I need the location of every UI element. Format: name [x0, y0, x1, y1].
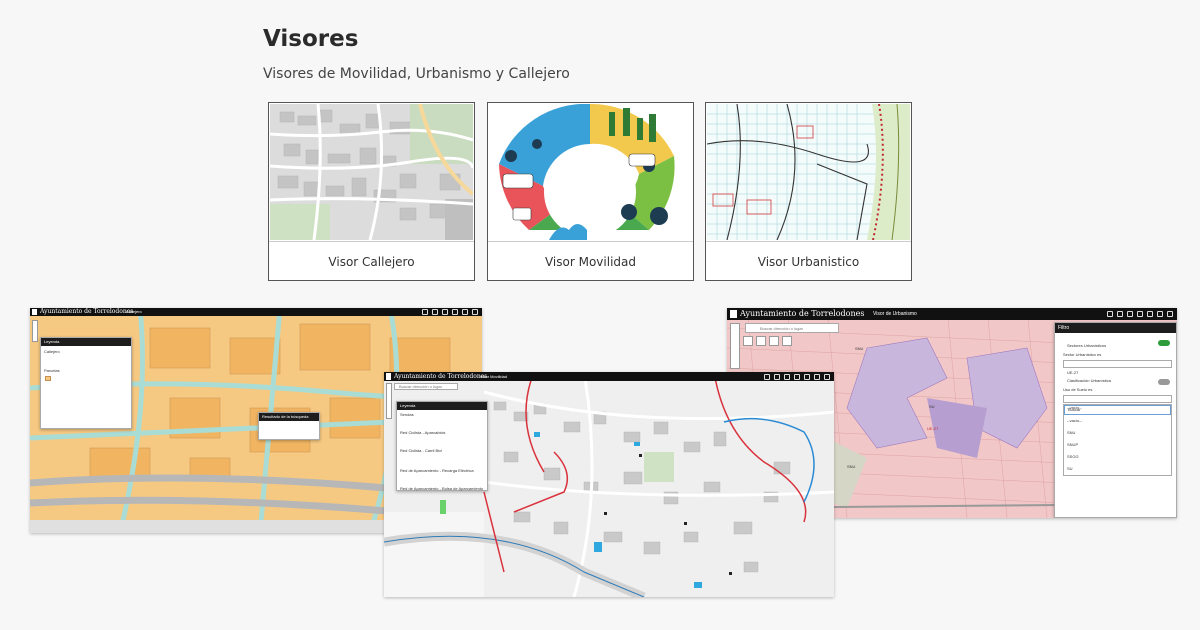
map-label: SU — [929, 404, 935, 409]
brand-name: Ayuntamiento de Torrelodones — [394, 373, 488, 380]
logo-icon — [730, 310, 737, 318]
logo-icon — [32, 309, 37, 315]
map-label: SNU — [855, 346, 864, 351]
sector-label: Sector Urbanístico es — [1063, 352, 1102, 357]
zoom-controls[interactable] — [386, 383, 392, 419]
viewer-title: Visor de Urbanismo — [873, 311, 917, 317]
viewer-title: Visor Movilidad — [480, 374, 508, 379]
card-label: Visor Movilidad — [488, 241, 693, 281]
zoom-controls[interactable] — [32, 320, 38, 342]
card-visor-urbanistico[interactable]: Visor Urbanistico — [705, 102, 912, 281]
legend-title: Leyenda — [397, 402, 487, 410]
card-visor-movilidad[interactable]: Visor Movilidad — [487, 102, 694, 281]
callejero-thumbnail — [270, 104, 473, 240]
tool-buttons[interactable] — [743, 336, 792, 346]
legend-item: Sendas — [400, 412, 414, 417]
legend-item: Red de Aparcamiento - Recarga Eléctrica — [400, 468, 474, 473]
suelo-label: Uso de Suelo es — [1063, 387, 1093, 392]
card-label: Visor Urbanistico — [706, 241, 911, 281]
legend-panel: Leyenda Callejero Parcelas — [40, 337, 132, 429]
zoom-controls[interactable] — [730, 323, 740, 369]
logo-icon — [386, 373, 391, 380]
suelo-options-list[interactable]: Buscar --vacío-- SNU SNUP SSGG SU — [1063, 404, 1172, 476]
classification-toggle[interactable] — [1158, 379, 1170, 385]
parcel-swatch — [45, 376, 51, 381]
toolbar-icons[interactable] — [1107, 311, 1173, 317]
option-item[interactable]: --vacío-- — [1064, 415, 1171, 427]
viewer-title: Callejero — [126, 309, 142, 314]
legend-item: Red Ciclista - Aparcabicis — [400, 430, 446, 435]
brand-name: Ayuntamiento de Torrelodones — [40, 308, 134, 315]
filter-title: Filtro — [1055, 323, 1176, 333]
page-title: Visores — [263, 26, 359, 52]
card-label: Visor Callejero — [269, 241, 474, 281]
movilidad-thumbnail — [489, 104, 692, 240]
legend-panel: Leyenda Sendas Red Ciclista - Aparcabici… — [396, 401, 488, 491]
option-item[interactable]: SU — [1064, 463, 1171, 475]
legend-parcelas: Parcelas — [44, 368, 60, 373]
toolbar-icons[interactable] — [764, 374, 830, 380]
card-visor-callejero[interactable]: Visor Callejero — [268, 102, 475, 281]
search-box[interactable]: Buscar dirección o lugar — [745, 323, 839, 333]
legend-title: Leyenda — [41, 338, 131, 346]
search-placeholder: Buscar dirección o lugar — [399, 384, 442, 389]
search-box[interactable]: Buscar dirección o lugar — [394, 383, 458, 390]
toolbar-icons[interactable] — [422, 309, 478, 315]
callejero-topbar: Ayuntamiento de Torrelodones Callejero — [30, 308, 482, 316]
sectors-toggle[interactable] — [1158, 340, 1170, 346]
movilidad-viewer-screenshot: Ayuntamiento de Torrelodones Visor Movil… — [384, 372, 834, 597]
filter-panel: Filtro Sectores Urbanísticos Sector Urba… — [1054, 322, 1177, 518]
page: Visores Visores de Movilidad, Urbanismo … — [0, 0, 1200, 630]
urbanismo-topbar: Ayuntamiento de Torrelodones Visor de Ur… — [727, 308, 1177, 320]
option-item[interactable]: SSGG — [1064, 451, 1171, 463]
legend-item: Red de Aparcamiento - Bolsa de Aparcamie… — [400, 486, 484, 491]
option-item[interactable]: SNUP — [1064, 439, 1171, 451]
option-item[interactable]: SNU — [1064, 427, 1171, 439]
legend-item: Red Ciclista - Carril Bici — [400, 448, 443, 453]
urbanistico-thumbnail — [707, 104, 910, 240]
sector-select[interactable]: UE-27 — [1063, 360, 1172, 375]
option-item[interactable]: Buscar — [1064, 405, 1171, 415]
search-result-popup: Resultado de la búsqueda — [258, 412, 320, 440]
suelo-select[interactable]: --vacío-- — [1063, 395, 1172, 410]
movilidad-topbar: Ayuntamiento de Torrelodones Visor Movil… — [384, 372, 834, 381]
legend-item: Callejero — [44, 349, 60, 354]
map-label: SNU — [847, 464, 856, 469]
popup-title: Resultado de la búsqueda — [259, 413, 319, 421]
map-label: UE-27 — [927, 426, 939, 431]
brand-name: Ayuntamiento de Torrelodones — [740, 309, 865, 318]
page-subtitle: Visores de Movilidad, Urbanismo y Callej… — [263, 66, 570, 82]
search-placeholder: Buscar dirección o lugar — [760, 326, 803, 331]
